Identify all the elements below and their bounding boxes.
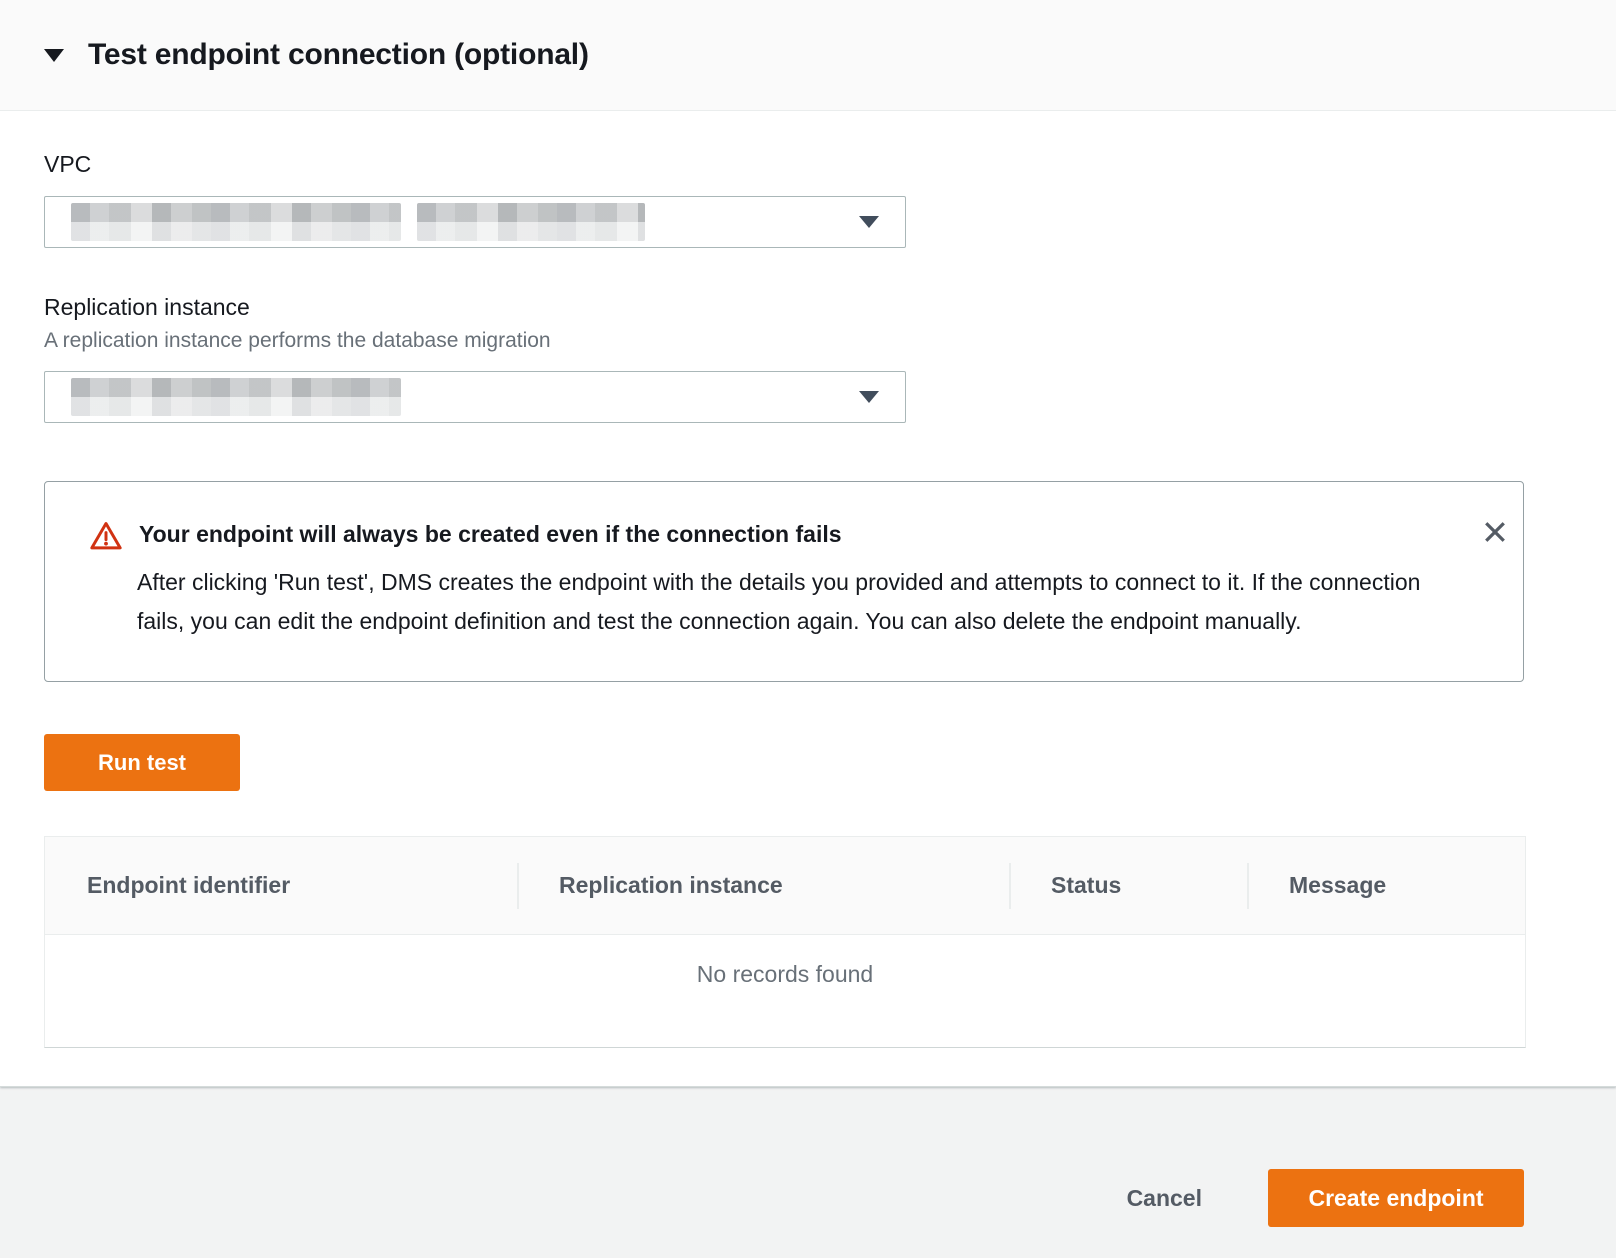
section-header-toggle[interactable]: Test endpoint connection (optional) — [0, 0, 1616, 111]
replication-instance-select[interactable] — [44, 371, 906, 423]
replication-instance-description: A replication instance performs the data… — [44, 329, 1524, 353]
section-content: VPC Replication instance A replication i… — [0, 111, 1616, 1086]
collapse-triangle-icon — [44, 49, 64, 62]
replication-instance-label: Replication instance — [44, 294, 1524, 321]
column-header-replication-instance: Replication instance — [517, 872, 1009, 899]
warning-triangle-icon — [89, 519, 123, 558]
test-endpoint-connection-panel: Test endpoint connection (optional) VPC … — [0, 0, 1616, 1087]
redacted-text-block — [71, 378, 401, 416]
run-test-button[interactable]: Run test — [44, 734, 240, 791]
chevron-down-icon — [859, 216, 879, 228]
form-footer: Cancel Create endpoint — [0, 1087, 1616, 1227]
create-endpoint-button[interactable]: Create endpoint — [1268, 1169, 1524, 1227]
table-header-row: Endpoint identifier Replication instance… — [45, 837, 1525, 935]
vpc-select[interactable] — [44, 196, 906, 248]
test-results-table: Endpoint identifier Replication instance… — [44, 836, 1526, 1048]
column-header-endpoint-identifier: Endpoint identifier — [45, 872, 517, 899]
warning-flashbar: Your endpoint will always be created eve… — [44, 481, 1524, 682]
cancel-button[interactable]: Cancel — [1127, 1185, 1202, 1212]
warning-body: After clicking 'Run test', DMS creates t… — [137, 563, 1442, 641]
chevron-down-icon — [859, 391, 879, 403]
vpc-label: VPC — [44, 151, 1524, 178]
section-title: Test endpoint connection (optional) — [88, 38, 589, 72]
warning-title: Your endpoint will always be created eve… — [139, 518, 842, 551]
redacted-text-block — [71, 203, 401, 241]
redacted-text-block — [417, 203, 645, 241]
close-icon[interactable] — [1479, 516, 1511, 548]
column-header-message: Message — [1247, 872, 1525, 899]
vpc-selected-value-redacted — [71, 203, 645, 241]
table-empty-state: No records found — [45, 935, 1525, 1047]
replication-instance-selected-value-redacted — [71, 378, 401, 416]
column-header-status: Status — [1009, 872, 1247, 899]
